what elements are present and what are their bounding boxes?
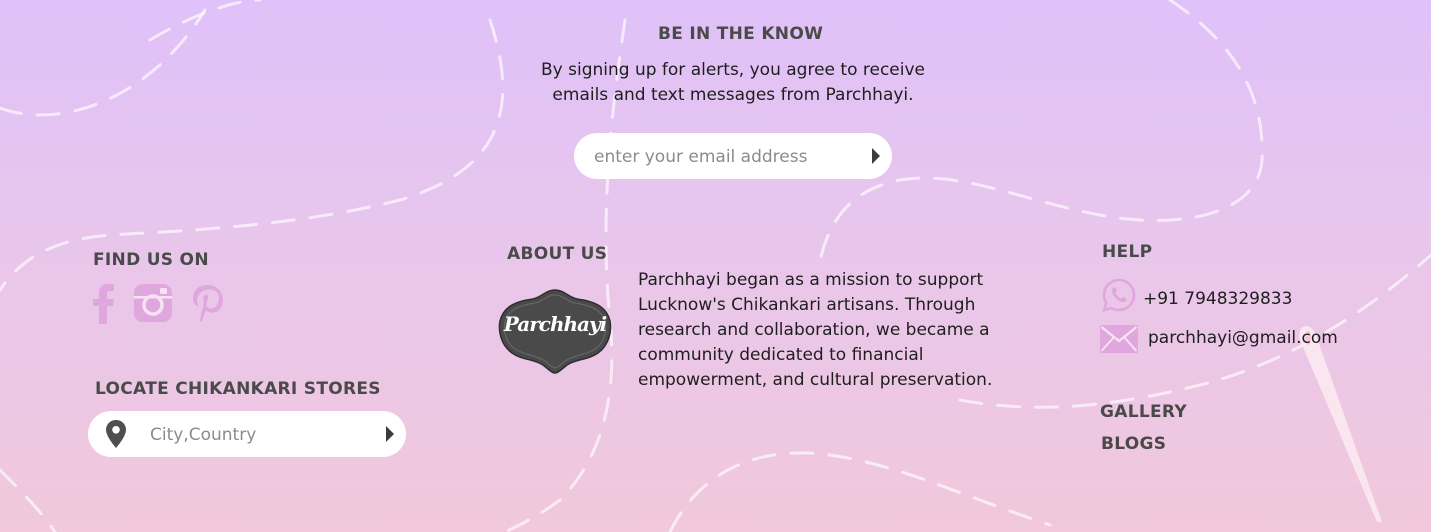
newsletter-description-line-1: By signing up for alerts, you agree to r… bbox=[540, 60, 925, 80]
facebook-icon[interactable] bbox=[92, 284, 116, 324]
newsletter-submit-arrow-icon[interactable] bbox=[872, 148, 880, 164]
blogs-link[interactable]: BLOGS bbox=[1101, 434, 1166, 454]
store-search-arrow-icon[interactable] bbox=[386, 426, 394, 442]
store-locator-heading: LOCATE CHIKANKARI STORES bbox=[95, 379, 381, 399]
newsletter-email-form bbox=[574, 133, 892, 181]
newsletter-heading: BE IN THE KNOW bbox=[658, 24, 824, 44]
mail-icon[interactable] bbox=[1100, 325, 1138, 353]
help-phone[interactable]: +91 7948329833 bbox=[1143, 287, 1292, 312]
about-line-2: Lucknow's Chikankari artisans. Through bbox=[638, 295, 976, 315]
pinterest-icon[interactable] bbox=[191, 283, 225, 323]
social-heading: FIND US ON bbox=[93, 250, 209, 270]
store-locator-form bbox=[88, 411, 406, 459]
about-line-5: empowerment, and cultural preservation. bbox=[638, 370, 993, 390]
about-line-1: Parchhayi began as a mission to support bbox=[638, 270, 984, 290]
parchhayi-logo-text: Parchhayi bbox=[503, 312, 607, 336]
newsletter-email-input[interactable] bbox=[592, 133, 856, 181]
location-pin-icon bbox=[106, 420, 126, 448]
instagram-icon[interactable] bbox=[133, 283, 173, 323]
help-heading: HELP bbox=[1102, 242, 1153, 262]
store-location-input[interactable] bbox=[148, 411, 372, 459]
about-line-3: research and collaboration, we became a bbox=[638, 320, 990, 340]
about-description: Parchhayi began as a mission to support … bbox=[638, 268, 1018, 393]
about-heading: ABOUT US bbox=[507, 244, 608, 264]
about-line-4: community dedicated to financial bbox=[638, 345, 924, 365]
gallery-link[interactable]: GALLERY bbox=[1100, 402, 1187, 422]
help-email[interactable]: parchhayi@gmail.com bbox=[1148, 326, 1338, 351]
newsletter-description: By signing up for alerts, you agree to r… bbox=[480, 58, 986, 108]
whatsapp-icon[interactable] bbox=[1102, 278, 1136, 312]
newsletter-description-line-2: emails and text messages from Parchhayi. bbox=[552, 85, 914, 105]
